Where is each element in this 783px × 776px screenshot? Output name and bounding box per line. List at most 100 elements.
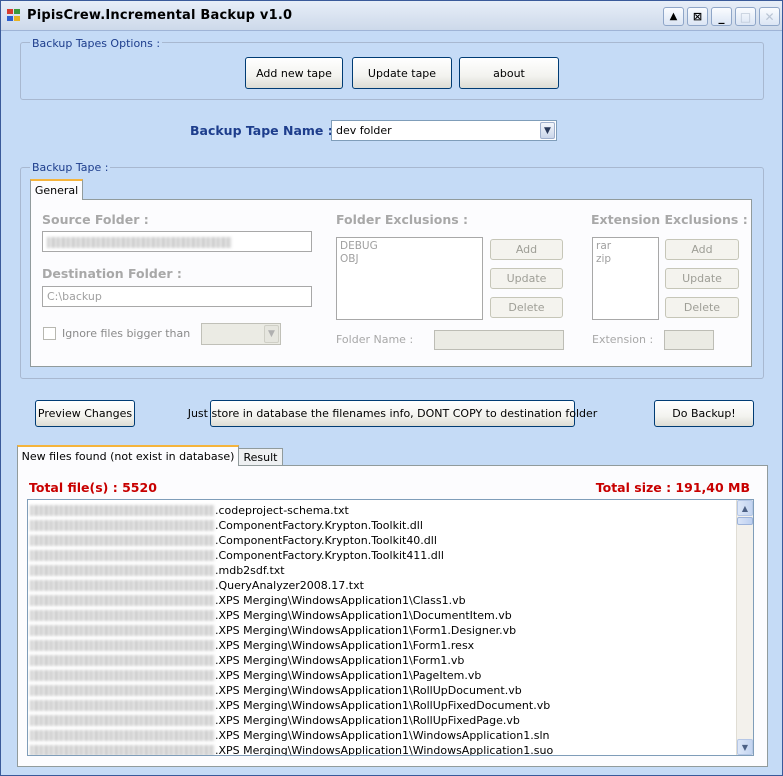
ignore-big-files-checkbox[interactable] [43, 327, 56, 340]
redacted-path [30, 670, 215, 681]
redacted-path [30, 625, 215, 636]
scroll-down-arrow-icon[interactable]: ▼ [737, 739, 753, 755]
list-item[interactable]: DEBUG [340, 240, 479, 253]
scroll-up-window-button[interactable]: ▲ [663, 7, 684, 26]
chevron-down-icon[interactable]: ▼ [540, 122, 555, 139]
redacted-path [30, 700, 215, 711]
maximize-button[interactable]: □ [735, 7, 756, 26]
list-item[interactable]: .XPS Merging\WindowsApplication1\Class1.… [30, 593, 466, 608]
maximize-icon: □ [739, 9, 752, 24]
about-button[interactable]: about [459, 57, 559, 89]
file-path: .XPS Merging\WindowsApplication1\RollUpF… [215, 699, 551, 712]
total-files-label: Total file(s) : 5520 [29, 480, 157, 495]
redacted-path [30, 640, 215, 651]
do-backup-button[interactable]: Do Backup! [654, 400, 754, 427]
file-path: .ComponentFactory.Krypton.Toolkit40.dll [215, 534, 437, 547]
backup-tape-title: Backup Tape : [30, 161, 111, 174]
redacted-path [30, 565, 215, 576]
preview-changes-button[interactable]: Preview Changes [35, 400, 135, 427]
store-only-button[interactable]: Just store in database the filenames inf… [188, 400, 597, 427]
main-window: PipisCrew.Incremental Backup v1.0 ▲ ⊠ _ … [0, 0, 783, 776]
list-item[interactable]: .QueryAnalyzer2008.17.txt [30, 578, 364, 593]
list-item[interactable]: .ComponentFactory.Krypton.Toolkit411.dll [30, 548, 444, 563]
file-path: .XPS Merging\WindowsApplication1\RollUpF… [215, 714, 520, 727]
list-item[interactable]: .ComponentFactory.Krypton.Toolkit40.dll [30, 533, 437, 548]
folder-delete-button[interactable]: Delete [490, 297, 563, 318]
scroll-up-arrow-icon[interactable]: ▲ [737, 500, 753, 516]
list-item[interactable]: .XPS Merging\WindowsApplication1\RollUpF… [30, 713, 520, 728]
list-item[interactable]: .XPS Merging\WindowsApplication1\RollUpD… [30, 683, 522, 698]
file-path: .ComponentFactory.Krypton.Toolkit411.dll [215, 549, 444, 562]
destination-folder-label: Destination Folder : [42, 266, 182, 281]
update-tape-button[interactable]: Update tape [352, 57, 452, 89]
tape-options-title: Backup Tapes Options : [30, 37, 163, 50]
list-item[interactable]: .ComponentFactory.Krypton.Toolkit.dll [30, 518, 423, 533]
up-arrow-icon: ▲ [669, 11, 678, 22]
extension-update-button[interactable]: Update [665, 268, 739, 289]
size-limit-dropdown[interactable]: ▼ [201, 323, 281, 345]
list-item[interactable]: rar [596, 240, 655, 253]
list-item[interactable]: .XPS Merging\WindowsApplication1\PageIte… [30, 668, 481, 683]
file-path: .codeproject-schema.txt [215, 504, 349, 517]
file-path: .XPS Merging\WindowsApplication1\PageIte… [215, 669, 482, 682]
redacted-path [30, 580, 215, 591]
tab-result[interactable]: Result [238, 448, 283, 466]
file-path: .ComponentFactory.Krypton.Toolkit.dll [215, 519, 423, 532]
pin-window-button[interactable]: ⊠ [687, 7, 708, 26]
list-item[interactable]: .XPS Merging\WindowsApplication1\Windows… [30, 743, 554, 756]
app-icon [7, 9, 21, 22]
extension-label: Extension : [592, 333, 654, 346]
redacted-path [30, 715, 215, 726]
list-item[interactable]: .XPS Merging\WindowsApplication1\Form1.r… [30, 638, 474, 653]
redacted-path [30, 745, 215, 755]
general-tab-panel: Source Folder : Destination Folder : C:\… [30, 199, 752, 367]
list-item[interactable]: .XPS Merging\WindowsApplication1\Form1.v… [30, 653, 464, 668]
folder-exclusions-list[interactable]: DEBUG OBJ [336, 237, 483, 320]
tab-new-files[interactable]: New files found (not exist in database) [17, 445, 239, 466]
extension-add-button[interactable]: Add [665, 239, 739, 260]
redacted-path [30, 655, 215, 666]
list-item[interactable]: .codeproject-schema.txt [30, 503, 349, 518]
tape-name-dropdown[interactable]: dev folder ▼ [331, 120, 557, 141]
minimize-button[interactable]: _ [711, 7, 732, 26]
tab-general[interactable]: General [30, 179, 83, 200]
source-folder-input[interactable] [42, 231, 312, 252]
list-item[interactable]: .XPS Merging\WindowsApplication1\Form1.D… [30, 623, 516, 638]
list-item[interactable]: .mdb2sdf.txt [30, 563, 285, 578]
file-list[interactable]: .codeproject-schema.txt .ComponentFactory… [27, 499, 754, 756]
redacted-path [30, 685, 215, 696]
ignore-big-files-label: Ignore files bigger than [62, 327, 191, 340]
destination-folder-input[interactable]: C:\backup [42, 286, 312, 307]
folder-exclusions-label: Folder Exclusions : [336, 212, 469, 227]
pin-icon: ⊠ [692, 10, 703, 23]
folder-add-button[interactable]: Add [490, 239, 563, 260]
scrollbar-thumb[interactable] [737, 517, 753, 525]
extension-input[interactable] [664, 330, 714, 350]
list-item[interactable]: .XPS Merging\WindowsApplication1\RollUpF… [30, 698, 550, 713]
list-item[interactable]: zip [596, 253, 655, 266]
extension-delete-button[interactable]: Delete [665, 297, 739, 318]
close-button[interactable]: ✕ [759, 7, 780, 26]
extension-exclusions-list[interactable]: rar zip [592, 237, 659, 320]
folder-name-input[interactable] [434, 330, 564, 350]
add-new-tape-button[interactable]: Add new tape [245, 57, 343, 89]
file-path: .QueryAnalyzer2008.17.txt [215, 579, 364, 592]
file-path: .mdb2sdf.txt [215, 564, 285, 577]
title-bar[interactable]: PipisCrew.Incremental Backup v1.0 ▲ ⊠ _ … [1, 1, 782, 31]
tape-name-label: Backup Tape Name : [190, 123, 333, 138]
folder-name-label: Folder Name : [336, 333, 414, 346]
redacted-path [30, 730, 215, 741]
file-path: .XPS Merging\WindowsApplication1\RollUpD… [215, 684, 522, 697]
redacted-path [30, 595, 215, 606]
list-item[interactable]: .XPS Merging\WindowsApplication1\Windows… [30, 728, 550, 743]
extension-exclusions-label: Extension Exclusions : [591, 212, 748, 227]
file-path: .XPS Merging\WindowsApplication1\Form1.D… [215, 624, 517, 637]
folder-update-button[interactable]: Update [490, 268, 563, 289]
redacted-path [30, 535, 215, 546]
vertical-scrollbar[interactable]: ▲ ▼ [736, 500, 753, 755]
redacted-path [30, 550, 215, 561]
chevron-down-icon[interactable]: ▼ [264, 325, 279, 343]
list-item[interactable]: .XPS Merging\WindowsApplication1\Documen… [30, 608, 512, 623]
list-item[interactable]: OBJ [340, 253, 479, 266]
file-path: .XPS Merging\WindowsApplication1\Windows… [215, 744, 554, 756]
